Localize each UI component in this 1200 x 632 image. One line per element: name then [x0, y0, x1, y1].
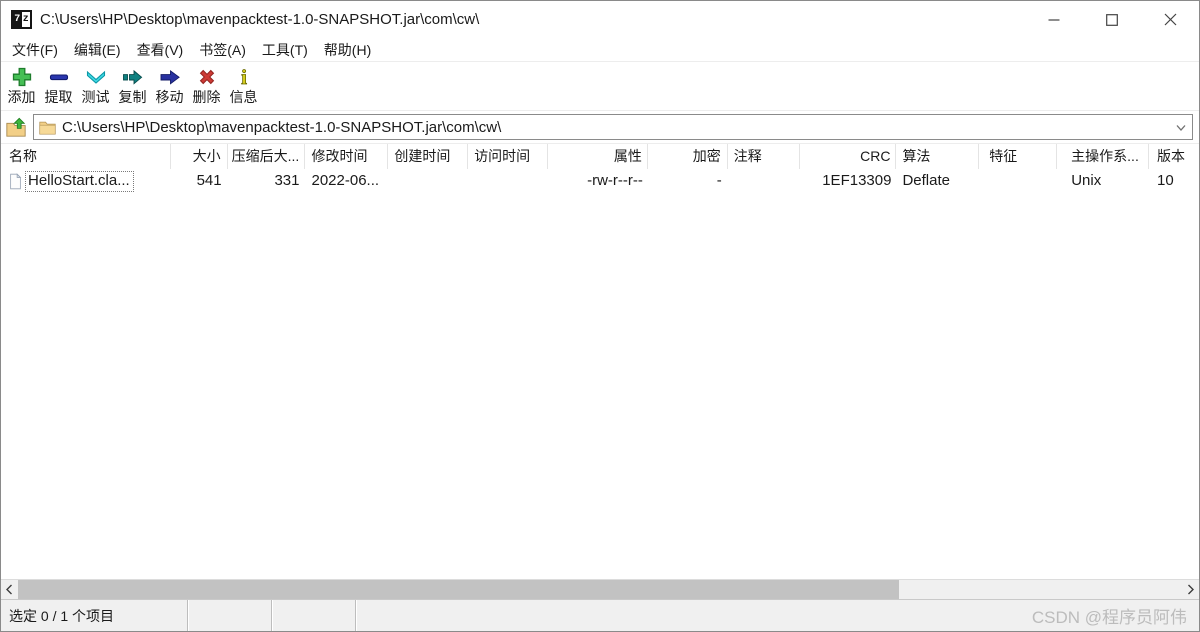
horizontal-scrollbar	[1, 579, 1199, 599]
test-label: 测试	[82, 89, 110, 106]
copy-button[interactable]: 复制	[114, 65, 151, 106]
col-host-os[interactable]: 主操作系...	[1057, 144, 1149, 169]
address-bar: C:\Users\HP\Desktop\mavenpacktest-1.0-SN…	[1, 111, 1199, 144]
cell-accessed	[468, 169, 548, 194]
col-crc[interactable]: CRC	[800, 144, 897, 169]
col-name[interactable]: 名称	[1, 144, 171, 169]
toolbar: 添加 提取 测试 复制 移动	[1, 62, 1199, 111]
menu-help[interactable]: 帮助(H)	[316, 38, 379, 62]
col-comment[interactable]: 注释	[728, 144, 800, 169]
cell-method: Deflate	[896, 169, 979, 194]
chevron-right-icon	[1186, 584, 1195, 595]
status-panel-3	[272, 600, 356, 631]
test-button[interactable]: 测试	[77, 65, 114, 106]
extract-label: 提取	[45, 89, 73, 106]
col-encrypted[interactable]: 加密	[648, 144, 728, 169]
cell-characteristics	[979, 169, 1057, 194]
copy-label: 复制	[119, 89, 147, 106]
menu-tools[interactable]: 工具(T)	[254, 38, 316, 62]
maximize-icon	[1106, 14, 1118, 26]
col-characteristics[interactable]: 特征	[979, 144, 1057, 169]
7z-logo-icon[interactable]: 7z	[11, 10, 32, 29]
chevron-left-icon	[5, 584, 14, 595]
minimize-icon	[1048, 14, 1060, 26]
col-packed[interactable]: 压缩后大...	[228, 144, 306, 169]
status-panel-2	[188, 600, 272, 631]
minus-icon	[47, 65, 71, 89]
menu-file[interactable]: 文件(F)	[4, 38, 66, 62]
file-list: 名称 大小 压缩后大... 修改时间 创建时间 访问时间 属性 加密 注释 CR…	[1, 144, 1199, 579]
move-label: 移动	[156, 89, 184, 106]
col-attributes[interactable]: 属性	[548, 144, 648, 169]
scrollbar-thumb[interactable]	[18, 580, 899, 599]
delete-label: 删除	[193, 89, 221, 106]
cell-created	[388, 169, 468, 194]
address-path: C:\Users\HP\Desktop\mavenpacktest-1.0-SN…	[62, 119, 1170, 136]
folder-icon	[39, 120, 56, 135]
extract-button[interactable]: 提取	[40, 65, 77, 106]
col-accessed[interactable]: 访问时间	[468, 144, 548, 169]
close-button[interactable]	[1141, 1, 1199, 38]
check-icon	[84, 65, 108, 89]
col-method[interactable]: 算法	[896, 144, 979, 169]
move-arrow-icon	[158, 65, 182, 89]
caption-buttons	[1025, 1, 1199, 38]
x-icon	[195, 65, 219, 89]
table-header: 名称 大小 压缩后大... 修改时间 创建时间 访问时间 属性 加密 注释 CR…	[1, 144, 1199, 169]
cell-host-os: Unix	[1057, 169, 1149, 194]
maximize-button[interactable]	[1083, 1, 1141, 38]
cell-comment	[728, 169, 800, 194]
minimize-button[interactable]	[1025, 1, 1083, 38]
chevron-down-icon[interactable]	[1170, 121, 1192, 134]
add-label: 添加	[8, 89, 36, 106]
scroll-left-button[interactable]	[1, 580, 18, 599]
move-button[interactable]: 移动	[151, 65, 188, 106]
status-bar: 选定 0 / 1 个项目 CSDN @程序员阿伟	[1, 599, 1199, 631]
svg-text:i: i	[241, 65, 247, 89]
table-row[interactable]: HelloStart.cla... 541 331 2022-06... -rw…	[1, 169, 1199, 194]
file-icon	[9, 173, 22, 190]
up-level-button[interactable]	[3, 114, 29, 140]
file-name: HelloStart.cla...	[25, 171, 134, 192]
cell-version: 10	[1149, 169, 1199, 194]
cell-encrypted: -	[648, 169, 728, 194]
status-selected: 选定 0 / 1 个项目	[1, 600, 188, 631]
info-icon: i	[232, 65, 256, 89]
add-button[interactable]: 添加	[3, 65, 40, 106]
watermark-text: CSDN @程序员阿伟	[1032, 603, 1187, 628]
menu-view[interactable]: 查看(V)	[129, 38, 192, 62]
cell-attributes: -rw-r--r--	[548, 169, 648, 194]
cell-name[interactable]: HelloStart.cla...	[1, 169, 171, 194]
cell-packed: 331	[228, 169, 306, 194]
col-version[interactable]: 版本	[1149, 144, 1199, 169]
menu-bar: 文件(F) 编辑(E) 查看(V) 书签(A) 工具(T) 帮助(H)	[1, 38, 1199, 62]
cell-size: 541	[171, 169, 228, 194]
window-title: C:\Users\HP\Desktop\mavenpacktest-1.0-SN…	[40, 11, 1025, 28]
status-panel-4: CSDN @程序员阿伟	[356, 600, 1199, 631]
cell-modified: 2022-06...	[305, 169, 388, 194]
scroll-right-button[interactable]	[1182, 580, 1199, 599]
folder-up-icon	[5, 116, 27, 138]
menu-bookmark[interactable]: 书签(A)	[191, 38, 254, 62]
7zip-window: 7z C:\Users\HP\Desktop\mavenpacktest-1.0…	[0, 0, 1200, 632]
plus-icon	[10, 65, 34, 89]
delete-button[interactable]: 删除	[188, 65, 225, 106]
scrollbar-track[interactable]	[18, 580, 1182, 599]
list-empty-area	[1, 194, 1199, 579]
copy-arrow-icon	[121, 65, 145, 89]
close-icon	[1164, 13, 1177, 26]
col-size[interactable]: 大小	[171, 144, 228, 169]
title-bar: 7z C:\Users\HP\Desktop\mavenpacktest-1.0…	[1, 1, 1199, 38]
info-label: 信息	[230, 89, 258, 106]
address-combo[interactable]: C:\Users\HP\Desktop\mavenpacktest-1.0-SN…	[33, 114, 1193, 140]
col-modified[interactable]: 修改时间	[305, 144, 388, 169]
menu-edit[interactable]: 编辑(E)	[66, 38, 129, 62]
info-button[interactable]: i 信息	[225, 65, 262, 106]
cell-crc: 1EF13309	[800, 169, 897, 194]
col-created[interactable]: 创建时间	[388, 144, 468, 169]
